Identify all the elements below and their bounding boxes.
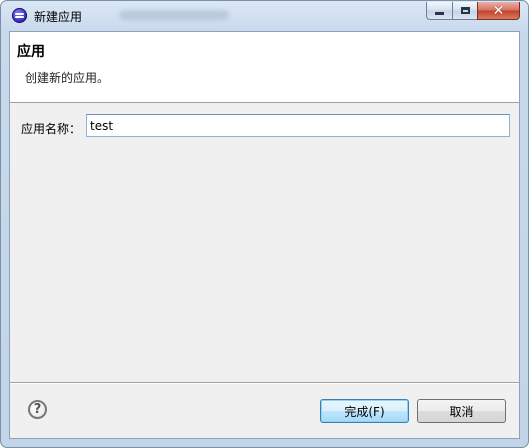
title-bar[interactable]: 新建应用 ✕ (1, 1, 528, 31)
wizard-header: 应用 创建新的应用。 (10, 32, 519, 103)
app-logo-icon (12, 8, 27, 23)
dialog-window: 新建应用 ✕ 应用 创建新的应用。 应用名称： ? 完成(F) 取消 (0, 0, 529, 448)
minimize-button[interactable] (426, 2, 452, 20)
window-controls: ✕ (426, 2, 520, 21)
app-name-label: 应用名称： (21, 122, 82, 136)
cancel-button[interactable]: 取消 (417, 399, 506, 423)
finish-button[interactable]: 完成(F) (320, 399, 409, 423)
maximize-button[interactable] (452, 2, 477, 20)
window-title: 新建应用 (34, 10, 83, 24)
close-icon: ✕ (492, 2, 505, 19)
page-description: 创建新的应用。 (25, 71, 110, 85)
maximize-icon (460, 7, 470, 14)
help-button[interactable]: ? (28, 400, 47, 419)
app-name-input[interactable] (86, 114, 510, 137)
page-title: 应用 (17, 44, 45, 60)
minimize-icon (435, 12, 444, 15)
dialog-client-area: 应用 创建新的应用。 应用名称： ? 完成(F) 取消 (9, 31, 520, 439)
close-button[interactable]: ✕ (477, 2, 520, 20)
footer-separator (10, 382, 519, 384)
title-bar-reflection (119, 10, 229, 20)
help-icon: ? (33, 402, 42, 417)
